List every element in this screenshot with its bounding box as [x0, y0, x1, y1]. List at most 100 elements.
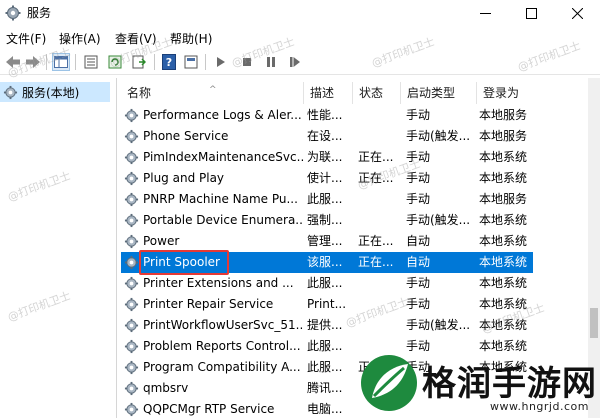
gear-icon [124, 402, 139, 417]
column-header-name[interactable]: 名称 ^ [121, 82, 304, 104]
service-description: 使计... [307, 171, 343, 185]
gear-icon [124, 339, 139, 354]
gear-icon [3, 85, 18, 99]
service-description: 强制... [307, 213, 343, 227]
restart-service-button[interactable] [286, 53, 304, 71]
service-name: Performance Logs & Aler... [143, 108, 302, 122]
service-name: Problem Reports Control... [143, 339, 301, 353]
service-name-cell: Phone Service [124, 126, 304, 147]
service-name-cell: Performance Logs & Aler... [124, 105, 304, 126]
service-description: 此服... [307, 276, 343, 290]
service-description: 此服... [307, 339, 343, 353]
brand-leaf-icon [361, 355, 417, 411]
service-row[interactable]: Power 管理... 正在... 自动 本地系统 [121, 231, 533, 252]
service-row[interactable]: Printer Extensions and ... 此服... 手动 本地系统 [121, 273, 533, 294]
service-row[interactable]: PrintWorkflowUserSvc_51... 提供... 手动(触发... 本… [121, 315, 533, 336]
console-tree: 服务(本地) [0, 78, 117, 418]
tree-item-label: 服务(本地) [22, 85, 80, 100]
menu-file[interactable]: 文件(F) [6, 30, 46, 47]
service-name: qmbsrv [143, 381, 189, 395]
service-status [358, 189, 402, 210]
toolbar: ? [0, 49, 600, 75]
minimize-icon [479, 12, 491, 14]
service-row[interactable]: Printer Repair Service Print... 手动 本地系统 [121, 294, 533, 315]
maximize-button[interactable] [508, 0, 554, 26]
gear-icon [124, 255, 139, 270]
menu-help[interactable]: 帮助(H) [170, 30, 212, 47]
restart-icon [290, 57, 300, 67]
service-name-cell: Problem Reports Control... [124, 336, 304, 357]
service-status: 正在... [358, 255, 394, 269]
service-row[interactable]: Portable Device Enumera... 强制... 手动(触发... 本… [121, 210, 533, 231]
service-logon-as: 本地系统 [479, 150, 528, 164]
start-service-button[interactable] [212, 53, 230, 71]
gear-icon [124, 150, 139, 165]
service-description: 此服... [307, 192, 343, 206]
service-name-cell: PNRP Machine Name Pu... [124, 189, 304, 210]
tree-item-services-local[interactable]: 服务(本地) [0, 82, 110, 102]
service-logon-as: 本地服务 [479, 129, 528, 143]
service-logon-as: 本地服务 [479, 108, 528, 122]
help-button[interactable]: ? [160, 53, 178, 71]
service-row[interactable]: PNRP Machine Name Pu... 此服... 手动 本地服务 [121, 189, 533, 210]
service-name: QQPCMgr RTP Service [143, 402, 275, 416]
svg-text:?: ? [166, 56, 172, 69]
service-description: 为联... [307, 150, 343, 164]
service-description: 电脑... [307, 402, 343, 416]
service-row[interactable]: Plug and Play 使计... 正在... 手动 本地系统 [121, 168, 533, 189]
service-name: PrintWorkflowUserSvc_51... [143, 318, 304, 332]
gear-icon [124, 171, 139, 186]
view-icon [184, 55, 198, 69]
service-row[interactable]: Phone Service 在设... 手动(触发... 本地服务 [121, 126, 533, 147]
column-header-startup-type[interactable]: 启动类型 [401, 82, 477, 104]
window-title: 服务 [27, 6, 52, 20]
service-description: 此服... [307, 360, 343, 374]
service-name: Power [143, 234, 180, 248]
service-name: Printer Extensions and ... [143, 276, 294, 290]
service-status [358, 273, 402, 294]
service-startup-type: 自动 [406, 234, 431, 248]
service-name-cell: QQPCMgr RTP Service [124, 399, 304, 418]
service-startup-type: 手动(触发... [406, 129, 471, 143]
gear-icon [124, 234, 139, 249]
service-name: Program Compatibility A... [143, 360, 301, 374]
service-startup-type: 手动(触发... [406, 318, 471, 332]
service-status [358, 210, 402, 231]
service-description: 管理... [307, 234, 343, 248]
minimize-button[interactable] [462, 0, 508, 26]
service-name-cell: Plug and Play [124, 168, 304, 189]
column-header-status[interactable]: 状态 [353, 82, 401, 104]
scrollbar-thumb[interactable] [590, 308, 598, 338]
service-startup-type: 手动 [406, 108, 431, 122]
service-row[interactable]: PimIndexMaintenanceSvc... 为联... 正在... 手动 本地系… [121, 147, 533, 168]
service-name-cell: Portable Device Enumera... [124, 210, 304, 231]
brand-name: 格润手游网 [422, 364, 597, 404]
service-status [358, 126, 402, 147]
service-name-cell: PrintWorkflowUserSvc_51... [124, 315, 304, 336]
service-logon-as: 本地服务 [479, 192, 528, 206]
service-name: Phone Service [143, 129, 229, 143]
gear-icon [124, 297, 139, 312]
service-name-cell: Program Compatibility A... [124, 357, 304, 378]
gear-icon [124, 318, 139, 333]
service-name: PNRP Machine Name Pu... [143, 192, 298, 206]
column-header-logon-as[interactable]: 登录为 [477, 82, 537, 104]
service-description: 在设... [307, 129, 343, 143]
service-name: Plug and Play [143, 171, 225, 185]
properties-button[interactable] [82, 53, 100, 71]
view-button[interactable] [182, 53, 200, 71]
service-name-cell: Printer Extensions and ... [124, 273, 304, 294]
brand-logo: 格润手游网 www.hngrjd.com [358, 352, 600, 418]
service-name: Printer Repair Service [143, 297, 274, 311]
menu-bar: 文件(F) 操作(A) 查看(V) 帮助(H) [0, 27, 600, 48]
help-icon: ? [162, 54, 176, 70]
close-button[interactable] [554, 0, 600, 26]
column-header-description[interactable]: 描述 [304, 82, 353, 104]
service-row[interactable]: Performance Logs & Aler... 性能... 手动 本地服务 [121, 105, 533, 126]
service-description: 腾讯... [307, 381, 343, 395]
service-logon-as: 本地系统 [479, 234, 528, 248]
sort-ascending-icon: ^ [209, 85, 217, 95]
title-bar: 服务 [0, 0, 600, 26]
play-icon [217, 57, 225, 67]
service-status: 正在... [358, 234, 394, 248]
